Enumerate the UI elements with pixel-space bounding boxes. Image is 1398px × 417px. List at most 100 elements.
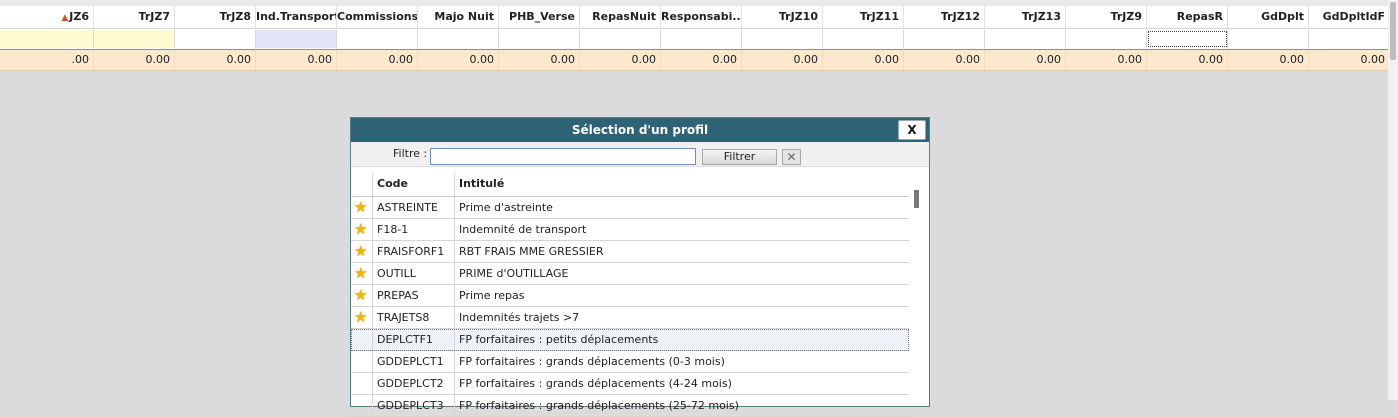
- favorite-cell: ★: [351, 219, 373, 240]
- total-cell: 0.00: [661, 50, 742, 70]
- column-header-trjz9[interactable]: TrJZ9: [1066, 6, 1147, 28]
- row-code: FRAISFORF1: [373, 241, 455, 262]
- column-header-trjz13[interactable]: TrJZ13: [985, 6, 1066, 28]
- table-header-row: Code Intitulé: [351, 173, 909, 197]
- input-cell-ind-transport[interactable]: [256, 30, 337, 48]
- clear-filter-icon[interactable]: ✕: [782, 149, 801, 165]
- input-cell-commissions[interactable]: [337, 30, 418, 48]
- row-label: FP forfaitaires : grands déplacements (4…: [459, 377, 732, 390]
- total-cell: 0.00: [985, 50, 1066, 70]
- input-cell-gddpltidf[interactable]: [1309, 30, 1390, 48]
- total-cell: 0.00: [1066, 50, 1147, 70]
- dialog-scrollbar-thumb[interactable]: [914, 190, 919, 208]
- row-code: GDDEPLCT2: [373, 373, 455, 394]
- total-cell: 0.00: [256, 50, 337, 70]
- favorite-cell: [351, 351, 373, 372]
- table-row[interactable]: ★ F18-1 Indemnité de transport: [351, 219, 909, 241]
- input-cell-phb-verse[interactable]: [499, 30, 580, 48]
- favorite-star-icon: ★: [354, 198, 368, 216]
- filter-input[interactable]: [430, 148, 696, 165]
- column-header-label[interactable]: Intitulé: [455, 173, 909, 196]
- grid-input-row: [0, 29, 1390, 51]
- favorite-cell: ★: [351, 263, 373, 284]
- column-header-trjz12[interactable]: TrJZ12: [904, 6, 985, 28]
- input-cell-repasr[interactable]: [1147, 30, 1228, 48]
- column-header-repasnuit[interactable]: RepasNuit: [580, 6, 661, 28]
- column-header-commissions[interactable]: Commissions: [337, 6, 418, 28]
- row-label: PRIME d'OUTILLAGE: [459, 267, 569, 280]
- table-row[interactable]: ★ ASTREINTE Prime d'astreinte: [351, 197, 909, 219]
- row-label: FP forfaitaires : grands déplacements (2…: [459, 399, 739, 412]
- total-cell: 0.00: [337, 50, 418, 70]
- input-cell-gddplt[interactable]: [1228, 30, 1309, 48]
- input-cell-trjz10[interactable]: [742, 30, 823, 48]
- column-header-gddplt[interactable]: GdDplt: [1228, 6, 1309, 28]
- input-cell-trjz11[interactable]: [823, 30, 904, 48]
- input-cell-trjz13[interactable]: [985, 30, 1066, 48]
- total-cell: 0.00: [175, 50, 256, 70]
- column-header-ind-transport[interactable]: Ind.Transport: [256, 6, 337, 28]
- row-code: OUTILL: [373, 263, 455, 284]
- table-row[interactable]: GDDEPLCT3 FP forfaitaires : grands déplac…: [351, 395, 909, 417]
- favorite-cell: ★: [351, 197, 373, 218]
- row-label: FP forfaitaires : petits déplacements: [459, 333, 659, 346]
- scrollbar-thumb[interactable]: [1390, 2, 1396, 60]
- favorite-cell: [351, 373, 373, 394]
- row-code: DEPLCTF1: [373, 329, 455, 350]
- total-cell: 0.00: [418, 50, 499, 70]
- favorite-star-icon: ★: [354, 286, 368, 304]
- input-cell-repasnuit[interactable]: [580, 30, 661, 48]
- column-header-trjz11[interactable]: TrJZ11: [823, 6, 904, 28]
- table-row[interactable]: ★ TRAJETS8 Indemnités trajets >7: [351, 307, 909, 329]
- favorite-star-icon: ★: [354, 308, 368, 326]
- input-cell-trjz9[interactable]: [1066, 30, 1147, 48]
- input-cell-trjz7[interactable]: [94, 30, 175, 48]
- column-header-phb-verse[interactable]: PHB_Verse: [499, 6, 580, 28]
- grid-header-row: ▲JZ6 TrJZ7 TrJZ8 Ind.Transport Commissio…: [0, 6, 1390, 29]
- table-row[interactable]: DEPLCTF1 FP forfaitaires : petits déplace…: [351, 329, 909, 351]
- total-cell: 0.00: [823, 50, 904, 70]
- total-cell: 0.00: [742, 50, 823, 70]
- column-header-trjz10[interactable]: TrJZ10: [742, 6, 823, 28]
- input-cell-trjz8[interactable]: [175, 30, 256, 48]
- total-cell: 0.00: [1309, 50, 1390, 70]
- column-header-trjz7[interactable]: TrJZ7: [94, 6, 175, 28]
- favorite-cell: [351, 395, 373, 416]
- row-code: ASTREINTE: [373, 197, 455, 218]
- favorite-cell: [351, 329, 373, 350]
- table-row[interactable]: ★ OUTILL PRIME d'OUTILLAGE: [351, 263, 909, 285]
- column-header-responsabi[interactable]: Responsabi...: [661, 6, 742, 28]
- total-cell: 0.00: [1147, 50, 1228, 70]
- input-cell-majo-nuit[interactable]: [418, 30, 499, 48]
- row-code: F18-1: [373, 219, 455, 240]
- column-header-trjz8[interactable]: TrJZ8: [175, 6, 256, 28]
- column-header-repasr[interactable]: RepasR: [1147, 6, 1228, 28]
- row-label: RBT FRAIS MME GRESSIER: [459, 245, 604, 258]
- filter-button[interactable]: Filtrer: [702, 149, 777, 165]
- favorite-column-header: [351, 173, 373, 196]
- input-cell-responsabi[interactable]: [661, 30, 742, 48]
- filter-bar: Filtre : Filtrer ✕: [351, 142, 929, 167]
- row-code: PREPAS: [373, 285, 455, 306]
- column-header-gddpltidf[interactable]: GdDpltIdF: [1309, 6, 1390, 28]
- column-header-code[interactable]: Code: [373, 173, 455, 196]
- input-cell-jz6[interactable]: [0, 30, 94, 48]
- row-label: Indemnités trajets >7: [459, 311, 580, 324]
- total-cell: 0.00: [499, 50, 580, 70]
- input-cell-trjz12[interactable]: [904, 30, 985, 48]
- total-cell: 0.00: [580, 50, 661, 70]
- page-vertical-scrollbar[interactable]: [1388, 0, 1398, 400]
- dialog-titlebar[interactable]: Sélection d'un profil X: [351, 118, 929, 142]
- column-header-majo-nuit[interactable]: Majo Nuit: [418, 6, 499, 28]
- total-cell: 0.00: [94, 50, 175, 70]
- table-row[interactable]: GDDEPLCT1 FP forfaitaires : grands déplac…: [351, 351, 909, 373]
- column-header-jz6[interactable]: ▲JZ6: [0, 6, 94, 28]
- table-row[interactable]: GDDEPLCT2 FP forfaitaires : grands déplac…: [351, 373, 909, 395]
- row-label: FP forfaitaires : grands déplacements (0…: [459, 355, 725, 368]
- table-row[interactable]: ★ FRAISFORF1 RBT FRAIS MME GRESSIER: [351, 241, 909, 263]
- table-row[interactable]: ★ PREPAS Prime repas: [351, 285, 909, 307]
- total-cell: 0.00: [904, 50, 985, 70]
- close-button[interactable]: X: [898, 120, 926, 140]
- filter-label: Filtre :: [393, 147, 428, 160]
- row-code: TRAJETS8: [373, 307, 455, 328]
